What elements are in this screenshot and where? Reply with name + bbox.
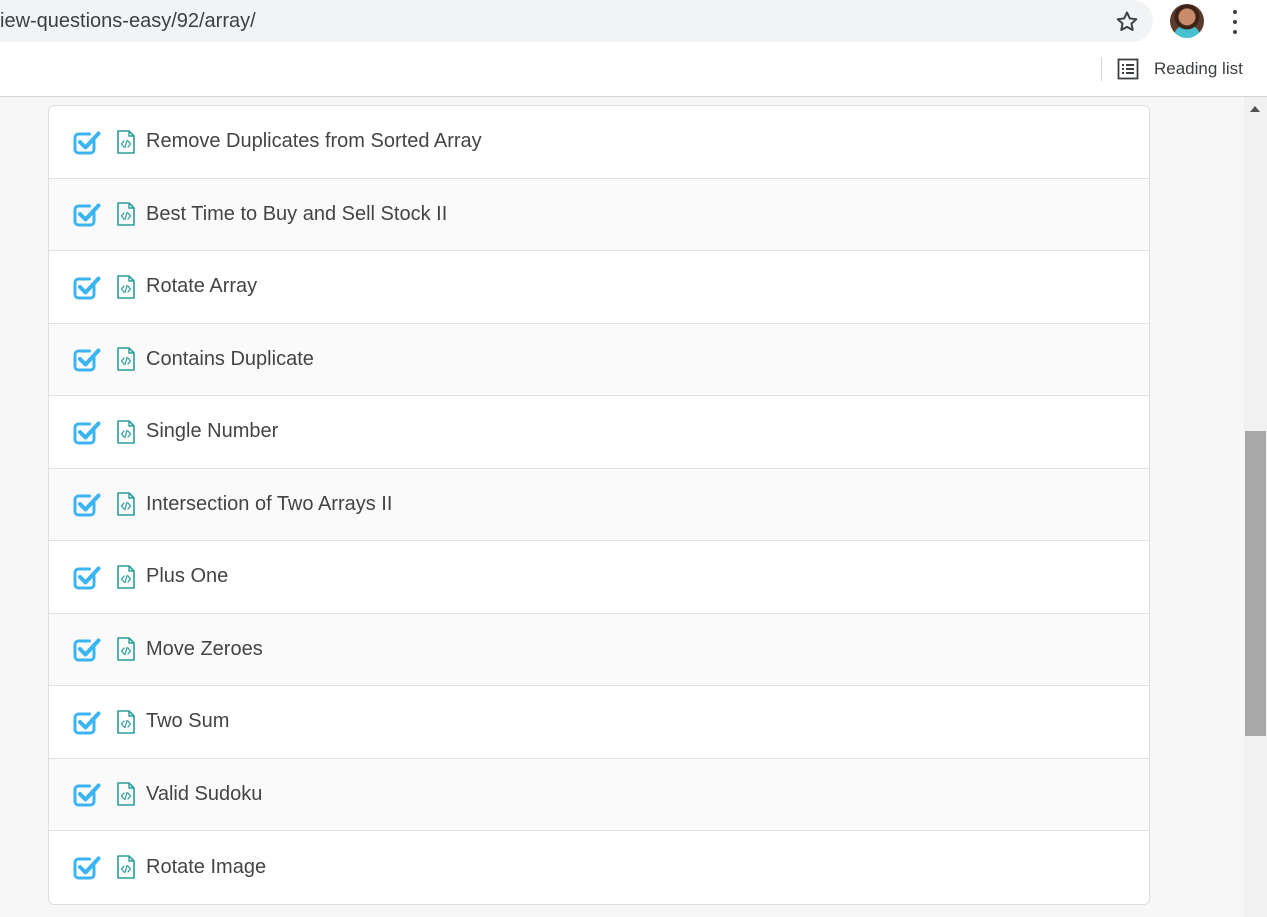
checked-checkbox-icon[interactable] (71, 489, 101, 519)
code-file-icon (117, 419, 135, 444)
address-bar[interactable]: iew-questions-easy/92/array/ (0, 0, 1153, 42)
checked-checkbox-icon[interactable] (71, 852, 101, 882)
code-file-icon (117, 709, 135, 734)
question-title[interactable]: Valid Sudoku (146, 783, 262, 806)
question-row[interactable]: Rotate Array (49, 251, 1149, 324)
checked-checkbox-icon[interactable] (71, 272, 101, 302)
checked-checkbox-icon[interactable] (71, 417, 101, 447)
checked-checkbox-icon[interactable] (71, 707, 101, 737)
code-file-icon (117, 564, 135, 589)
question-list: Remove Duplicates from Sorted Array Best … (48, 105, 1150, 905)
checked-checkbox-icon[interactable] (71, 634, 101, 664)
url-text[interactable]: iew-questions-easy/92/array/ (0, 0, 256, 42)
checked-checkbox-icon[interactable] (71, 344, 101, 374)
scroll-up-arrow-icon[interactable] (1250, 106, 1260, 112)
reading-list-icon (1117, 58, 1139, 80)
browser-toolbar: iew-questions-easy/92/array/ (0, 0, 1267, 44)
checked-checkbox-icon[interactable] (71, 562, 101, 592)
code-file-icon (117, 637, 135, 662)
checked-checkbox-icon[interactable] (71, 127, 101, 157)
question-row[interactable]: Remove Duplicates from Sorted Array (49, 106, 1149, 179)
question-row[interactable]: Two Sum (49, 686, 1149, 759)
question-row[interactable]: Contains Duplicate (49, 323, 1149, 396)
scrollbar-thumb[interactable] (1245, 431, 1266, 736)
reading-list-label: Reading list (1154, 59, 1243, 78)
checked-checkbox-icon[interactable] (71, 199, 101, 229)
question-row[interactable]: Move Zeroes (49, 613, 1149, 686)
question-title[interactable]: Two Sum (146, 710, 229, 733)
code-file-icon (117, 782, 135, 807)
question-row[interactable]: Rotate Image (49, 831, 1149, 904)
question-row[interactable]: Single Number (49, 396, 1149, 469)
question-title[interactable]: Remove Duplicates from Sorted Array (146, 130, 482, 153)
reading-list-button[interactable]: Reading list (1116, 54, 1243, 84)
code-file-icon (117, 129, 135, 154)
question-title[interactable]: Best Time to Buy and Sell Stock II (146, 203, 447, 226)
question-title[interactable]: Plus One (146, 565, 228, 588)
code-file-icon (117, 855, 135, 880)
vertical-scrollbar[interactable] (1244, 97, 1267, 917)
code-file-icon (117, 492, 135, 517)
question-title[interactable]: Rotate Array (146, 275, 257, 298)
page-content: Remove Duplicates from Sorted Array Best … (0, 97, 1244, 917)
code-file-icon (117, 202, 135, 227)
profile-avatar[interactable] (1170, 4, 1204, 38)
code-file-icon (117, 274, 135, 299)
code-file-icon (117, 347, 135, 372)
question-row[interactable]: Intersection of Two Arrays II (49, 468, 1149, 541)
question-row[interactable]: Valid Sudoku (49, 758, 1149, 831)
question-title[interactable]: Single Number (146, 420, 278, 443)
bookmarks-bar: Reading list (0, 44, 1267, 97)
question-row[interactable]: Plus One (49, 541, 1149, 614)
question-row[interactable]: Best Time to Buy and Sell Stock II (49, 178, 1149, 251)
question-title[interactable]: Rotate Image (146, 856, 266, 879)
checked-checkbox-icon[interactable] (71, 779, 101, 809)
bookmarks-divider (1101, 57, 1102, 81)
vertical-dots-icon[interactable] (1224, 8, 1246, 36)
question-title[interactable]: Intersection of Two Arrays II (146, 493, 392, 516)
question-title[interactable]: Move Zeroes (146, 638, 263, 661)
star-icon[interactable] (1114, 9, 1140, 35)
question-title[interactable]: Contains Duplicate (146, 348, 314, 371)
